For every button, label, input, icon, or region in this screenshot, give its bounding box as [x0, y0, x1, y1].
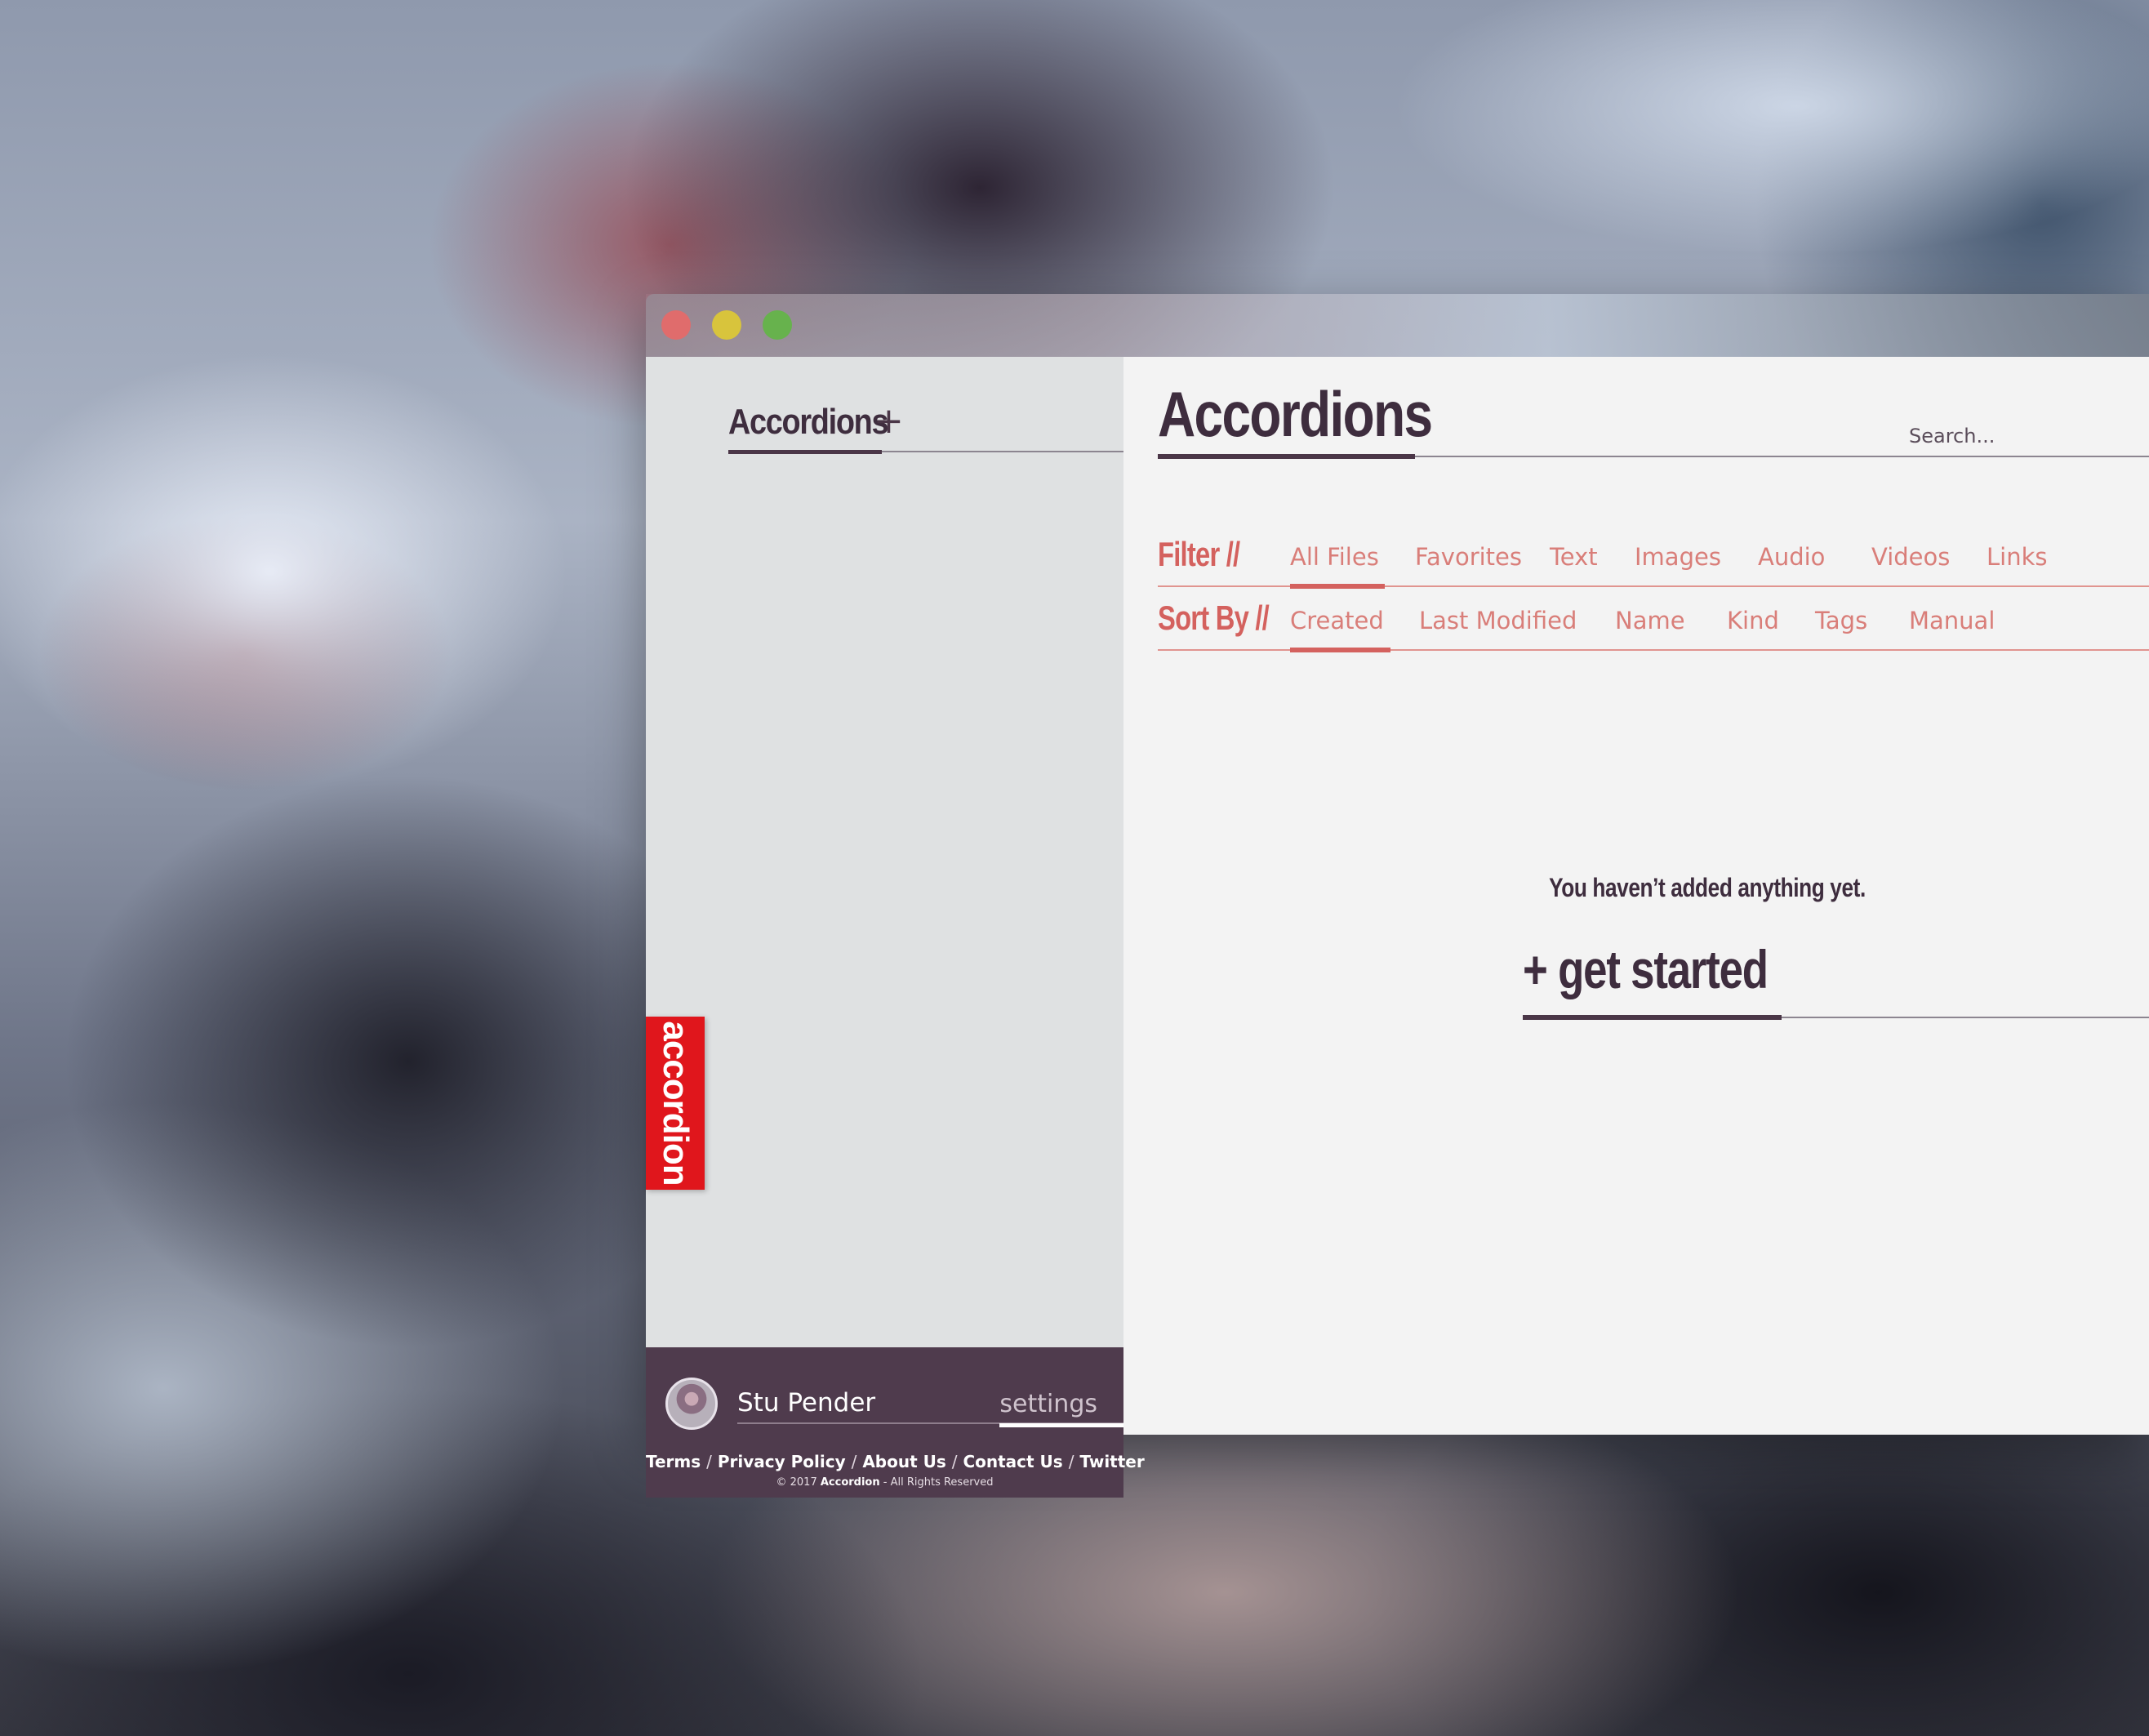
- sidebar-title: Accordions: [728, 402, 889, 442]
- sort-tab-last-modified[interactable]: Last Modified: [1419, 607, 1577, 634]
- twitter-link[interactable]: Twitter: [1079, 1452, 1144, 1471]
- get-started-underline: [1523, 1015, 1782, 1020]
- copyright: © 2017 Accordion - All Rights Reserved: [646, 1476, 1123, 1489]
- close-icon[interactable]: [661, 310, 691, 340]
- sidebar: Accordions + accordion Stu Pender settin…: [646, 357, 1145, 1498]
- get-started-label: + get started: [1523, 939, 1769, 999]
- filter-bar: Filter // All Files Favorites Text Image…: [1158, 535, 2149, 589]
- sort-tab-tags[interactable]: Tags: [1815, 607, 1867, 634]
- sort-tab-name[interactable]: Name: [1615, 607, 1685, 634]
- filter-tab-images[interactable]: Images: [1635, 543, 1721, 571]
- page-title-underline: [1158, 454, 1415, 459]
- footer-separator: /: [1068, 1452, 1074, 1471]
- avatar[interactable]: [665, 1378, 718, 1430]
- filter-label: Filter //: [1158, 535, 1240, 573]
- privacy-policy-link[interactable]: Privacy Policy: [718, 1452, 846, 1471]
- footer-separator: /: [706, 1452, 712, 1471]
- sort-active-indicator: [1290, 648, 1390, 652]
- filter-tab-all-files[interactable]: All Files: [1290, 543, 1379, 571]
- brand-logo-text: accordion: [656, 1021, 696, 1186]
- filter-active-indicator: [1290, 584, 1385, 589]
- main-panel: Accordions Filter // All Files Favorites…: [1123, 357, 2149, 1435]
- settings-link[interactable]: settings: [999, 1390, 1097, 1418]
- sort-tab-created[interactable]: Created: [1290, 607, 1384, 634]
- user-name: Stu Pender: [737, 1388, 876, 1418]
- settings-underline: [999, 1423, 1123, 1427]
- page-title: Accordions: [1158, 378, 1433, 450]
- minimize-icon[interactable]: [712, 310, 741, 340]
- sidebar-footer: Stu Pender settings Terms / Privacy Poli…: [646, 1347, 1145, 1498]
- add-accordion-button[interactable]: +: [874, 400, 904, 442]
- filter-tab-links[interactable]: Links: [1987, 543, 2048, 571]
- main-heading: Accordions: [1158, 377, 2149, 459]
- footer-separator: /: [851, 1452, 857, 1471]
- maximize-icon[interactable]: [763, 310, 792, 340]
- copyright-brand: Accordion: [820, 1476, 880, 1489]
- empty-state-message: You haven’t added anything yet.: [1549, 873, 1866, 902]
- filter-tab-favorites[interactable]: Favorites: [1415, 543, 1522, 571]
- contact-us-link[interactable]: Contact Us: [963, 1452, 1062, 1471]
- terms-link[interactable]: Terms: [646, 1452, 701, 1471]
- copyright-suffix: - All Rights Reserved: [883, 1476, 994, 1489]
- sort-tab-manual[interactable]: Manual: [1909, 607, 1995, 634]
- copyright-prefix: © 2017: [776, 1476, 817, 1489]
- filter-tab-videos[interactable]: Videos: [1871, 543, 1950, 571]
- sidebar-title-underline: [728, 450, 882, 454]
- footer-separator: /: [951, 1452, 958, 1471]
- footer-links: Terms / Privacy Policy / About Us / Cont…: [646, 1452, 1145, 1471]
- search-input[interactable]: [1909, 420, 2138, 452]
- about-us-link[interactable]: About Us: [862, 1452, 945, 1471]
- sort-tab-kind[interactable]: Kind: [1727, 607, 1779, 634]
- title-bar: [646, 294, 2149, 357]
- filter-tab-text[interactable]: Text: [1550, 543, 1598, 571]
- get-started-button[interactable]: + get started: [1523, 938, 2149, 1020]
- sort-bar: Sort By // Created Last Modified Name Ki…: [1158, 599, 2149, 652]
- sort-label: Sort By //: [1158, 599, 1270, 637]
- brand-tab[interactable]: accordion: [646, 1017, 705, 1190]
- app-window: Accordions + accordion Stu Pender settin…: [646, 294, 2149, 1498]
- filter-tab-audio[interactable]: Audio: [1758, 543, 1825, 571]
- sidebar-heading: Accordions +: [728, 400, 1123, 454]
